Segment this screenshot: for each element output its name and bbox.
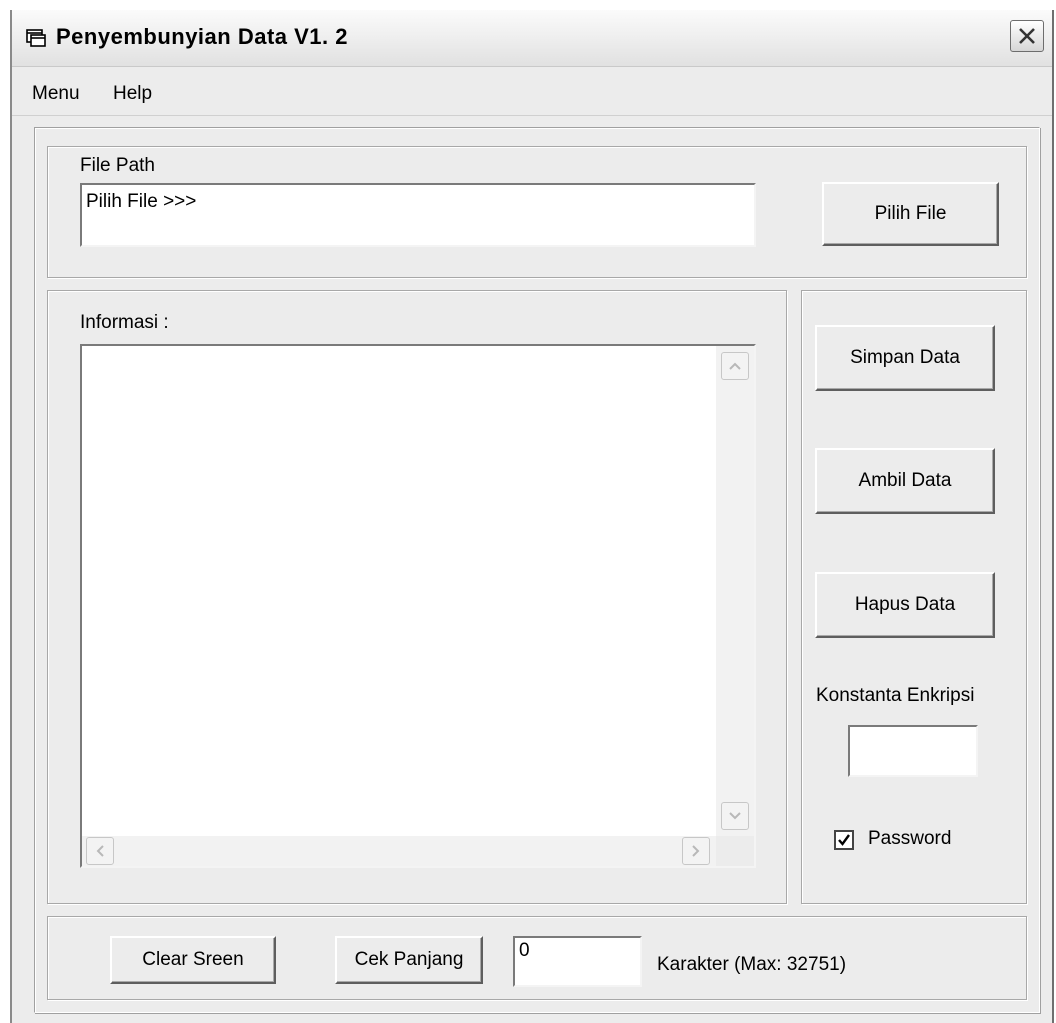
menu-item-help[interactable]: Help [113,83,152,105]
scroll-left-button[interactable] [86,837,114,865]
bottom-group: Clear Sreen Cek Panjang 0 Karakter (Max:… [47,916,1027,1000]
checkmark-icon [838,834,850,846]
password-checkbox[interactable] [834,830,854,850]
scroll-down-button[interactable] [721,802,749,830]
menu-item-menu[interactable]: Menu [32,83,80,105]
chevron-left-icon [96,845,104,857]
info-textarea[interactable] [82,346,716,836]
info-label: Informasi : [80,312,169,333]
horizontal-scrollbar[interactable] [82,836,716,866]
close-icon [1019,28,1035,44]
info-group: Informasi : [47,290,787,904]
info-textarea-frame [80,344,756,868]
window-title: Penyembunyian Data V1. 2 [56,24,348,49]
chevron-right-icon [692,845,700,857]
scroll-right-button[interactable] [682,837,710,865]
length-caption: Karakter (Max: 32751) [657,954,847,975]
length-value-field[interactable]: 0 [513,936,642,987]
encryption-key-label: Konstanta Enkripsi [816,685,975,706]
get-data-button[interactable]: Ambil Data [815,448,995,514]
delete-data-button[interactable]: Hapus Data [815,572,995,638]
close-button[interactable] [1010,20,1044,52]
file-path-input[interactable]: Pilih File >>> [80,183,756,247]
scrollbar-corner [716,836,754,866]
menu-bar: Menu Help [12,67,1052,116]
actions-group: Simpan Data Ambil Data Hapus Data Konsta… [801,290,1027,904]
scroll-up-button[interactable] [721,352,749,380]
vertical-scrollbar[interactable] [716,346,754,836]
encryption-key-input[interactable] [848,725,978,777]
check-length-button[interactable]: Cek Panjang [335,936,483,984]
file-path-group: File Path Pilih File >>> Pilih File [47,146,1027,278]
chevron-up-icon [729,362,741,370]
clear-screen-button[interactable]: Clear Sreen [110,936,276,984]
client-area: File Path Pilih File >>> Pilih File Info… [34,127,1040,1013]
chevron-down-icon [729,812,741,820]
choose-file-button[interactable]: Pilih File [822,182,999,246]
save-data-button[interactable]: Simpan Data [815,325,995,391]
title-bar[interactable]: Penyembunyian Data V1. 2 [12,10,1052,67]
app-window-icon [26,29,46,47]
app-window: Penyembunyian Data V1. 2 Menu Help File … [10,10,1054,1023]
file-path-label: File Path [80,155,155,176]
password-label[interactable]: Password [868,828,951,850]
